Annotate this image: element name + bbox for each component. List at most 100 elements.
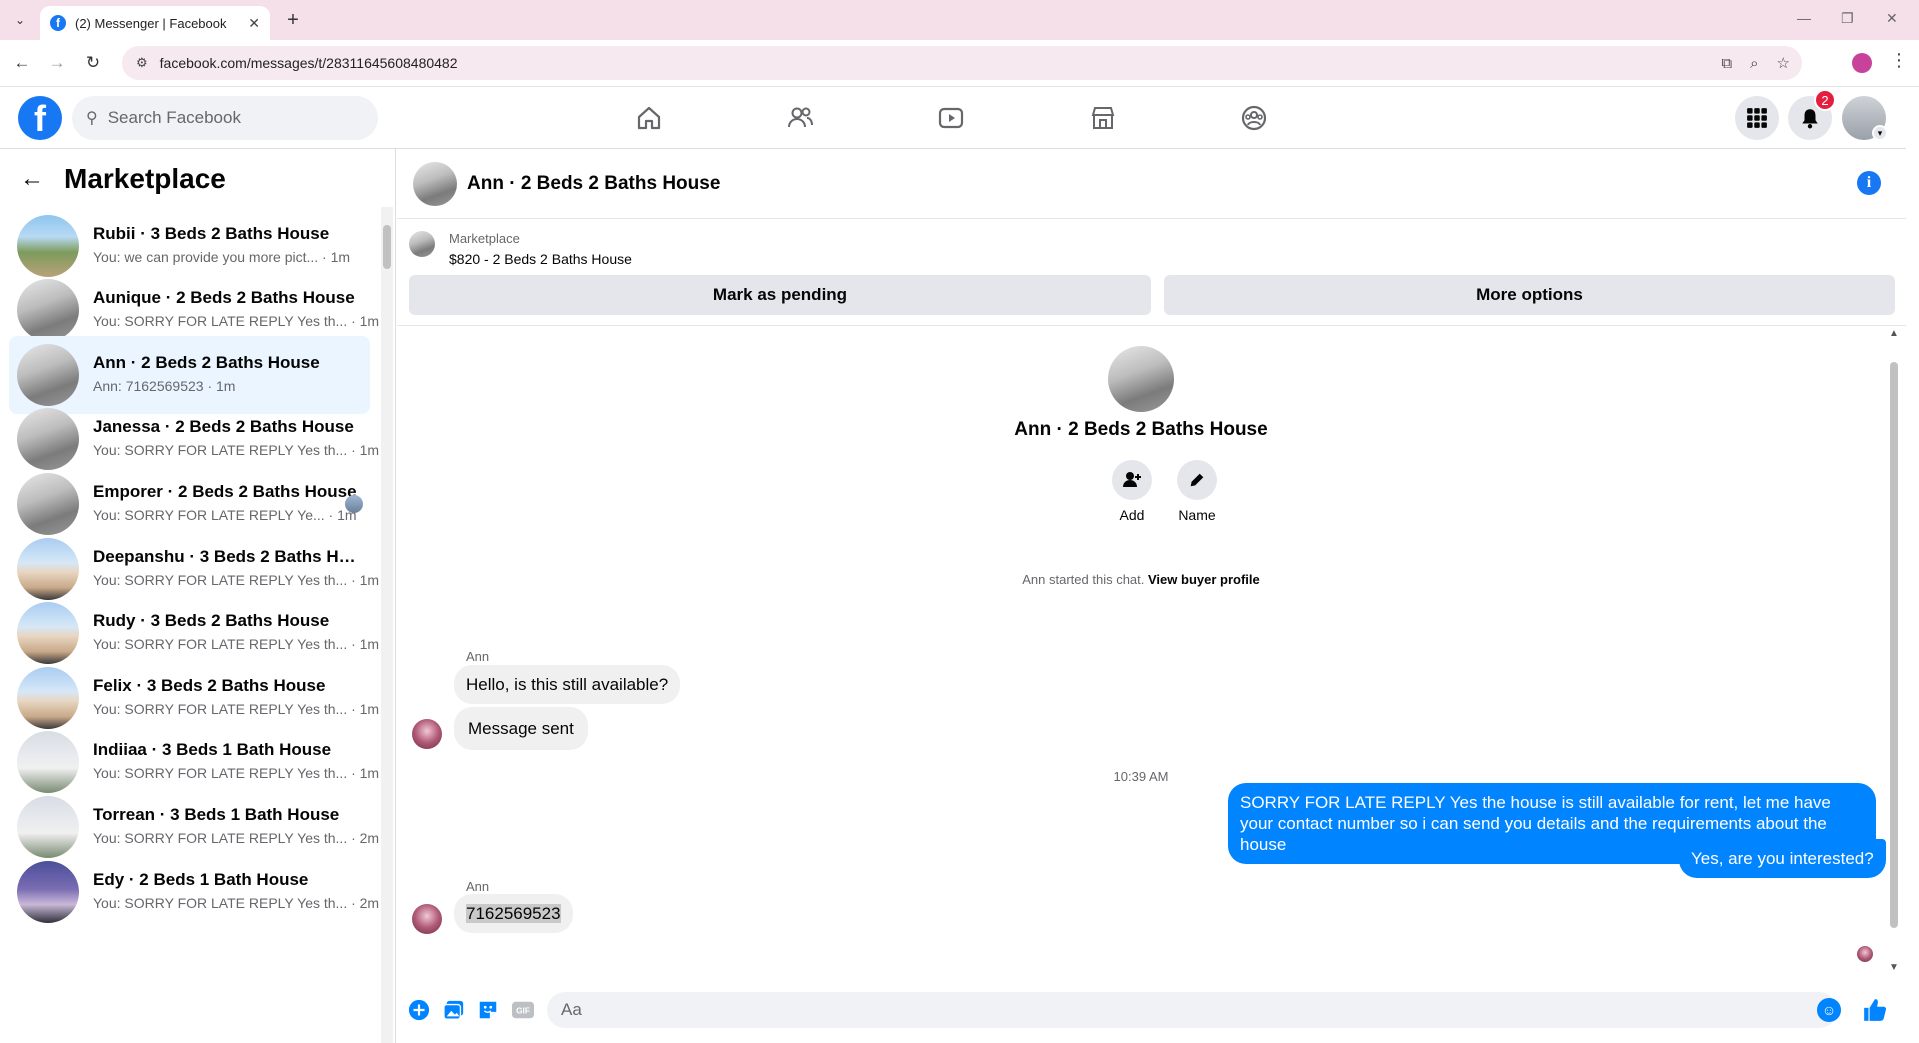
search-icon: ⚲ — [86, 110, 98, 127]
incoming-message[interactable]: 7162569523 — [454, 894, 573, 933]
emoji-icon[interactable]: ☺ — [1817, 998, 1841, 1022]
message-input[interactable]: Aa — [547, 992, 1837, 1028]
gif-icon[interactable]: GIF — [510, 997, 536, 1023]
minimize-icon[interactable]: — — [1797, 10, 1811, 26]
conversation-avatar — [17, 473, 79, 535]
conversation-item[interactable]: Edy · 2 Beds 1 Bath House You: SORRY FOR … — [9, 853, 379, 931]
outgoing-message[interactable]: Yes, are you interested? — [1679, 839, 1886, 878]
zoom-icon[interactable]: ⌕ — [1750, 55, 1758, 72]
conversation-name: Emporer · 2 Beds 2 Baths House — [93, 482, 357, 501]
chat-avatar[interactable] — [413, 162, 457, 206]
conversation-preview: Ann: 7162569523 · 1m — [93, 378, 236, 394]
conversation-avatar — [17, 667, 79, 729]
friends-nav-icon[interactable] — [782, 101, 818, 135]
back-arrow-icon[interactable]: ← — [20, 165, 44, 193]
account-chevron-down-icon[interactable]: ▾ — [1872, 125, 1888, 141]
tab-search-chevron-icon[interactable]: ⌄ — [8, 8, 32, 32]
notification-badge: 2 — [1814, 89, 1836, 111]
conversation-preview: You: SORRY FOR LATE REPLY Yes th... · 1m — [93, 572, 380, 588]
conversation-name: Deepanshu · 3 Beds 2 Baths House — [93, 547, 363, 566]
bookmark-star-icon[interactable]: ☆ — [1777, 54, 1790, 72]
message-composer: GIF Aa ☺ — [397, 981, 1906, 1043]
address-bar[interactable]: ⚙ facebook.com/messages/t/28311645608480… — [122, 46, 1802, 80]
sidebar-scrollbar[interactable] — [381, 207, 393, 1043]
listing-price[interactable]: $820 - 2 Beds 2 Baths House — [449, 251, 632, 267]
conversation-avatar — [17, 731, 79, 793]
conversation-avatar — [17, 538, 79, 600]
sidebar-title: Marketplace — [64, 163, 226, 194]
conversation-name: Torrean · 3 Beds 1 Bath House — [93, 805, 340, 824]
thread-scroll-thumb[interactable] — [1890, 362, 1898, 928]
menu-grid-icon[interactable] — [1735, 96, 1779, 140]
message-thread: Ann · 2 Beds 2 Baths House Add Name Ann … — [397, 326, 1906, 976]
conversation-name: Indiiaa · 3 Beds 1 Bath House — [93, 740, 332, 759]
reload-icon[interactable]: ↻ — [82, 52, 104, 74]
url-text: facebook.com/messages/t/2831164560848048… — [159, 55, 458, 71]
chat-started-notice: Ann started this chat. View buyer profil… — [397, 572, 1885, 587]
add-person-icon[interactable] — [1112, 460, 1152, 500]
conversation-preview: You: SORRY FOR LATE REPLY Yes th... · 1m — [93, 636, 380, 652]
sender-avatar[interactable] — [412, 719, 442, 749]
scroll-up-icon[interactable]: ▲ — [1889, 328, 1899, 339]
plus-circle-icon[interactable] — [406, 997, 432, 1023]
conversation-preview: You: SORRY FOR LATE REPLY Yes th... · 1m — [93, 765, 380, 781]
video-nav-icon[interactable] — [933, 101, 969, 135]
name-action[interactable]: Name — [1167, 460, 1227, 523]
incoming-message[interactable]: Hello, is this still available? — [454, 665, 681, 704]
conversation-name: Edy · 2 Beds 1 Bath House — [93, 870, 309, 889]
sender-name: Ann — [466, 649, 490, 664]
chat-title[interactable]: Ann · 2 Beds 2 Baths House — [467, 173, 720, 195]
info-icon[interactable]: i — [1857, 171, 1881, 195]
conversation-avatar — [17, 408, 79, 470]
add-label: Add — [1119, 507, 1145, 523]
listing-thumbnail[interactable] — [409, 231, 435, 257]
conversation-preview: You: SORRY FOR LATE REPLY Yes th... · 2m — [93, 830, 380, 846]
search-input[interactable]: ⚲ Search Facebook — [72, 96, 378, 140]
back-icon[interactable]: ← — [11, 52, 33, 74]
mark-as-pending-button[interactable]: Mark as pending — [409, 275, 1151, 315]
conversation-preview: You: we can provide you more pict... · 1… — [93, 249, 351, 265]
photo-icon[interactable] — [441, 997, 467, 1023]
seen-avatar — [1857, 946, 1873, 962]
message-input-placeholder: Aa — [561, 1000, 582, 1019]
seen-avatar — [345, 495, 363, 513]
conversation-preview: You: SORRY FOR LATE REPLY Yes th... · 1m — [93, 313, 380, 329]
view-buyer-profile-link[interactable]: View buyer profile — [1148, 572, 1260, 587]
restore-icon[interactable]: ❐ — [1841, 10, 1854, 27]
tab-title: (2) Messenger | Facebook — [75, 15, 227, 31]
page-scrollbar[interactable] — [1906, 87, 1919, 1043]
facebook-header: f ⚲ Search Facebook 2 ▾ — [0, 87, 1919, 149]
pencil-icon[interactable] — [1177, 460, 1217, 500]
scroll-down-icon[interactable]: ▼ — [1889, 962, 1899, 973]
listing-source: Marketplace — [449, 231, 520, 246]
selected-phone-number[interactable]: 7162569523 — [466, 904, 561, 923]
facebook-favicon-icon: f — [50, 15, 66, 31]
more-options-button[interactable]: More options — [1164, 275, 1895, 315]
site-info-icon[interactable]: ⚙ — [136, 55, 148, 71]
profile-name: Ann · 2 Beds 2 Baths House — [1014, 419, 1268, 440]
add-action[interactable]: Add — [1102, 460, 1162, 523]
marketplace-nav-icon[interactable] — [1085, 101, 1121, 135]
conversation-name: Ann · 2 Beds 2 Baths House — [93, 353, 320, 372]
started-text: Ann started this chat. — [1022, 572, 1145, 587]
conversation-avatar — [17, 279, 79, 341]
sticker-icon[interactable] — [475, 997, 501, 1023]
browser-tab[interactable]: f (2) Messenger | Facebook ✕ — [40, 6, 270, 40]
forward-icon[interactable]: → — [46, 52, 68, 74]
conversation-sidebar: ← Marketplace Rubii · 3 Beds 2 Baths Hou… — [0, 149, 396, 1043]
groups-nav-icon[interactable] — [1236, 101, 1272, 135]
browser-profile-icon[interactable] — [1852, 53, 1872, 73]
thread-scrollbar[interactable]: ▲ ▼ — [1887, 326, 1901, 976]
thumbs-up-icon[interactable] — [1860, 995, 1890, 1025]
incoming-message[interactable]: Message sent — [454, 707, 588, 750]
profile-avatar[interactable] — [1108, 346, 1174, 412]
window-close-icon[interactable]: ✕ — [1886, 10, 1898, 27]
home-nav-icon[interactable] — [631, 101, 667, 135]
sidebar-scroll-thumb[interactable] — [383, 225, 391, 269]
browser-menu-icon[interactable]: ⋮ — [1890, 50, 1908, 71]
new-tab-icon[interactable]: + — [282, 9, 304, 31]
sender-avatar[interactable] — [412, 904, 442, 934]
facebook-logo-icon[interactable]: f — [18, 96, 62, 140]
tab-close-icon[interactable]: ✕ — [248, 15, 260, 32]
install-app-icon[interactable]: ⧉ — [1721, 55, 1732, 72]
